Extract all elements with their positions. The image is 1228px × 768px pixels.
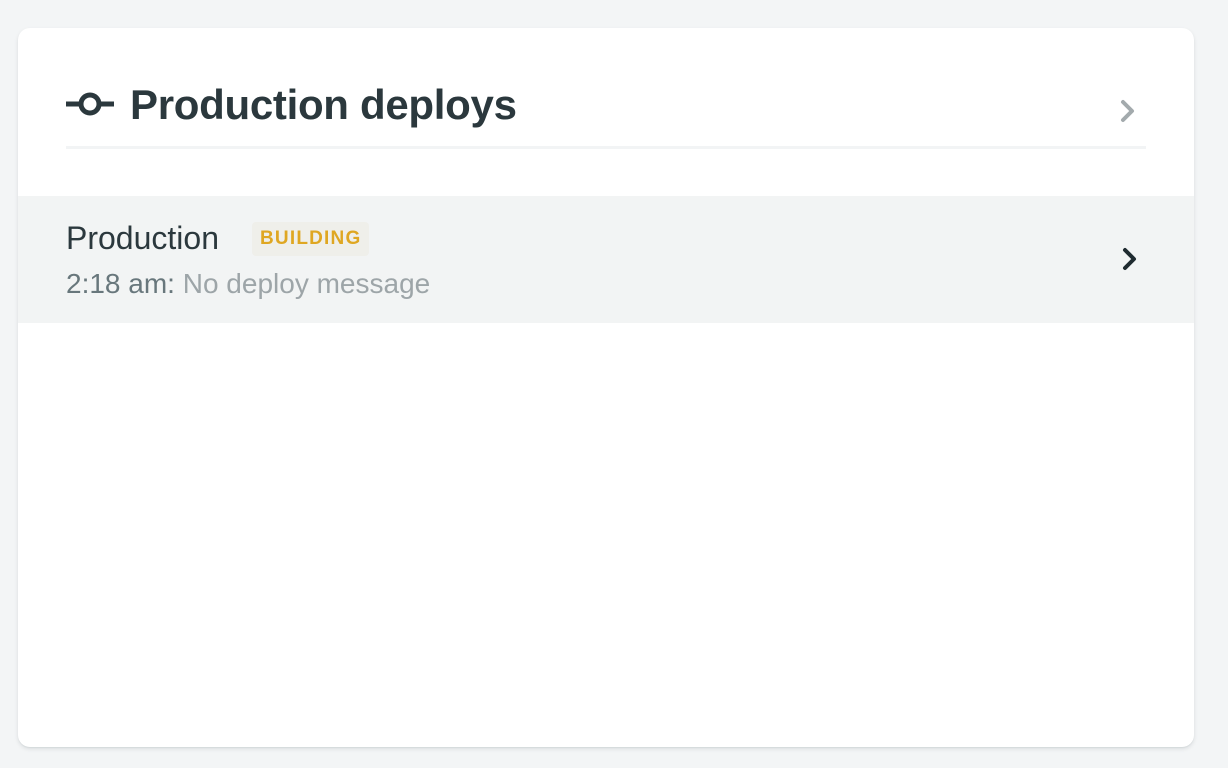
status-badge: BUILDING: [252, 222, 370, 256]
production-deploys-card: Production deploys Production BUILDING 2…: [18, 28, 1194, 747]
deploy-context-label: Production: [66, 220, 219, 256]
deploy-time: 2:18 am:: [66, 268, 175, 299]
chevron-right-icon[interactable]: [1120, 246, 1140, 272]
deploy-meta: 2:18 am: No deploy message: [66, 266, 430, 302]
commit-icon: [66, 92, 114, 116]
deploy-list-item[interactable]: Production BUILDING 2:18 am: No deploy m…: [18, 196, 1194, 323]
chevron-right-icon[interactable]: [1118, 98, 1138, 124]
card-header[interactable]: Production deploys: [66, 76, 1146, 149]
deploy-message: No deploy message: [182, 268, 431, 299]
card-title: Production deploys: [130, 81, 517, 128]
